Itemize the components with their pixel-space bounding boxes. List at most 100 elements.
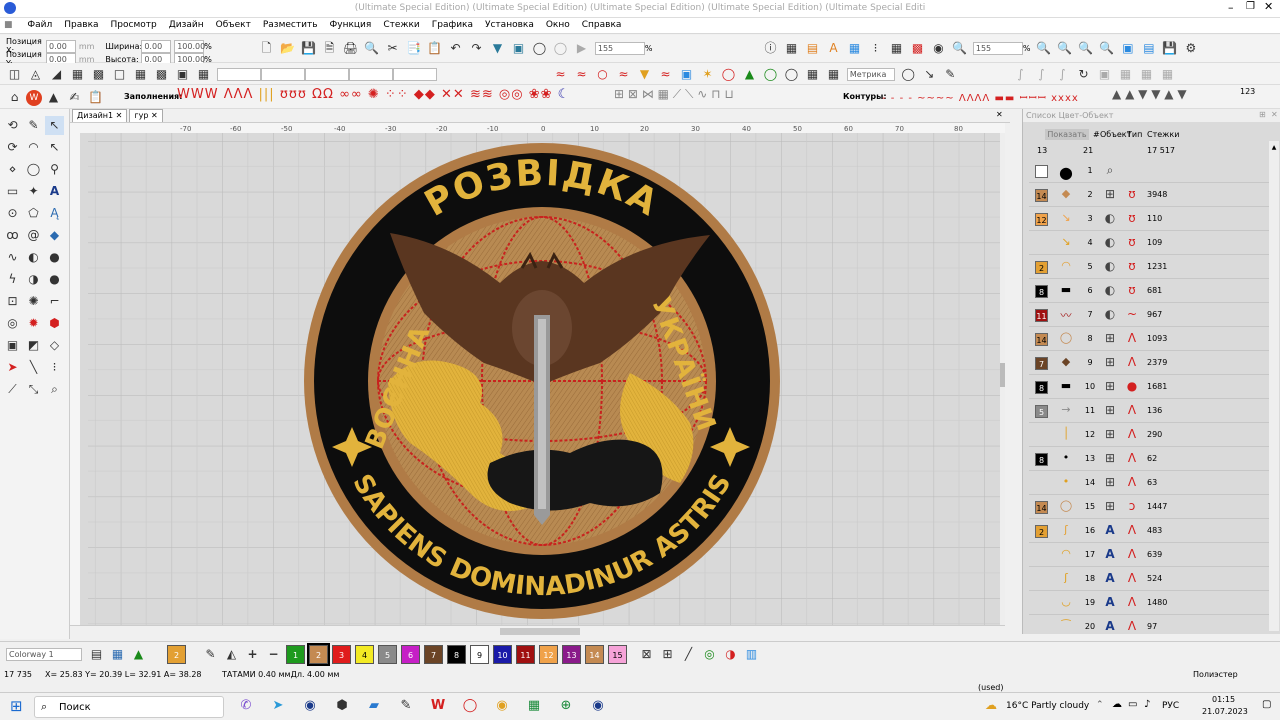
fill-cross-icon[interactable]: ✕✕ <box>441 87 465 102</box>
lock-colors-icon[interactable]: ⊞ <box>658 645 677 664</box>
palette-color-13[interactable]: 13 <box>562 645 581 664</box>
select-arrow-2-icon[interactable]: ↖ <box>45 138 64 157</box>
list-item[interactable]: ⁀ 20 A Λ 97 <box>1029 615 1269 633</box>
contour-8-icon[interactable]: ⊓ <box>711 87 720 101</box>
list-item[interactable]: 2 ʃ 16 A Λ 483 <box>1029 519 1269 543</box>
save-all-icon[interactable]: 💾 <box>1160 39 1179 58</box>
zoom-tool-icon[interactable]: ⌕ <box>45 380 64 399</box>
fill-pattern-3-icon[interactable]: ○ <box>593 65 612 84</box>
hoop-icon[interactable]: ◯ <box>530 39 549 58</box>
list-item[interactable]: • 14 ⊞ Λ 63 <box>1029 471 1269 495</box>
skew-input[interactable] <box>348 68 393 81</box>
list-item[interactable]: ◠ 17 A Λ 639 <box>1029 543 1269 567</box>
clipboard-icon[interactable]: 📋 <box>86 88 105 107</box>
embroidery-patch[interactable]: РОЗВІДКА ВОЄННА УКРАЇНИ SAPIENS DOMINADI… <box>304 143 780 619</box>
pencil-icon[interactable]: ✎ <box>24 116 43 135</box>
zoom-input-1[interactable]: 155 <box>594 42 645 55</box>
menu-edit[interactable]: Правка <box>58 18 104 30</box>
list-item[interactable]: ʃ 18 A Λ 524 <box>1029 567 1269 591</box>
rotate-cw-icon[interactable]: ⟳ <box>3 138 22 157</box>
fill-chain-icon[interactable]: ∞∞ <box>339 87 363 102</box>
diamond-icon[interactable]: ◇ <box>45 336 64 355</box>
spiral-icon[interactable]: @ <box>24 226 43 245</box>
fill-flower-icon[interactable]: ❀❀ <box>529 87 553 102</box>
menu-object[interactable]: Объект <box>210 18 257 30</box>
remove-color-icon[interactable]: − <box>264 645 283 664</box>
image-icon[interactable]: ▣ <box>677 65 696 84</box>
seq-down-icon[interactable]: ▼ <box>1138 87 1147 101</box>
save-icon[interactable]: 💾 <box>299 39 318 58</box>
tray-time[interactable]: 01:15 <box>1212 695 1235 704</box>
list-item[interactable]: 2 ◠ 5 ◐ ʊ 1231 <box>1029 255 1269 279</box>
app-cube-icon[interactable]: ⬢ <box>331 695 353 717</box>
tab-close-icon[interactable]: ✕ <box>151 111 158 120</box>
center-icon[interactable]: ▣ <box>173 65 192 84</box>
tab-design1[interactable]: Дизайн1 ✕ <box>72 109 128 122</box>
fill-pattern-icon[interactable]: ΩΩ <box>312 87 334 102</box>
list-item[interactable]: ↘ 4 ◐ ʊ 109 <box>1029 231 1269 255</box>
tshirt-green-icon[interactable]: ▲ <box>740 65 759 84</box>
hoop-icon-2[interactable]: ◯ <box>551 39 570 58</box>
tray-chevron-icon[interactable]: ⌃ <box>1096 700 1104 710</box>
tab-close-all-icon[interactable]: ✕ <box>996 110 1003 119</box>
node-edit-icon[interactable]: ⋄ <box>3 160 22 179</box>
fill-arrow-icon[interactable]: ➤ <box>3 358 22 377</box>
hoop-tool-icon[interactable]: ◎ <box>3 314 22 333</box>
spider-icon[interactable]: ✺ <box>24 292 43 311</box>
tie-icon[interactable]: ∫ <box>1053 65 1072 84</box>
palette-color-6[interactable]: 6 <box>401 645 420 664</box>
contour-2-icon[interactable]: ⊠ <box>628 87 638 101</box>
color-list-icon[interactable]: ▤ <box>87 645 106 664</box>
palette-color-2[interactable]: 2 <box>307 643 330 666</box>
palette-color-12[interactable]: 12 <box>539 645 558 664</box>
palette-color-10[interactable]: 10 <box>493 645 512 664</box>
tab-close-icon[interactable]: ✕ <box>116 111 123 120</box>
text-tool-icon[interactable]: A <box>824 39 843 58</box>
list-item[interactable]: 8 ▬ 10 ⊞ ● 1681 <box>1029 375 1269 399</box>
fill-circle-icon[interactable]: ✺ <box>368 87 380 102</box>
tray-cloud-icon[interactable]: ☁ <box>1112 699 1122 710</box>
menu-function[interactable]: Функция <box>324 18 378 30</box>
close-icon[interactable]: ✕ <box>1264 0 1273 13</box>
vertical-scroll-thumb[interactable] <box>1000 363 1005 387</box>
tray-network-icon[interactable]: ▭ <box>1128 699 1137 710</box>
contour-7-icon[interactable]: ∿ <box>697 87 707 101</box>
skew-icon[interactable]: ▩ <box>89 65 108 84</box>
list-item[interactable]: 8 • 13 ⊞ Λ 62 <box>1029 447 1269 471</box>
layers-tool-icon[interactable]: ▣ <box>3 336 22 355</box>
freehand-icon[interactable]: ϟ <box>3 270 22 289</box>
applique-icon[interactable]: ◐ <box>24 248 43 267</box>
color-blend-icon[interactable]: ◑ <box>721 645 740 664</box>
redo-icon[interactable]: ↷ <box>467 39 486 58</box>
color-swatch[interactable]: 2 <box>1035 261 1048 274</box>
stitch-list-icon[interactable]: ▦ <box>782 39 801 58</box>
reload-icon[interactable]: ↻ <box>1074 65 1093 84</box>
machine-tool-icon[interactable]: ⊡ <box>3 292 22 311</box>
layers-icon[interactable]: ▤ <box>803 39 822 58</box>
line-icon[interactable]: ╲ <box>24 358 43 377</box>
tile-icon[interactable]: ▤ <box>1139 39 1158 58</box>
cog-icon[interactable]: ✹ <box>24 314 43 333</box>
flip-v-icon[interactable]: ◬ <box>26 65 45 84</box>
curve-tool-icon[interactable]: ∿ <box>3 248 22 267</box>
list-item[interactable]: 5 → 11 ⊞ Λ 136 <box>1029 399 1269 423</box>
seq-prev-icon[interactable]: ▲ <box>1164 87 1173 101</box>
measure-icon[interactable]: ◯ <box>899 65 918 84</box>
tray-volume-icon[interactable]: ♪ <box>1144 699 1150 710</box>
files-icon[interactable]: ▰ <box>363 695 385 717</box>
contour-4-icon[interactable]: ▦ <box>658 87 669 101</box>
text-a-icon[interactable]: A <box>45 182 64 201</box>
window-icon[interactable]: ▣ <box>1118 39 1137 58</box>
zoom-in-icon[interactable]: 🔍 <box>1055 39 1074 58</box>
machine-icon[interactable]: ▣ <box>509 39 528 58</box>
minimize-icon[interactable]: – <box>1228 1 1234 14</box>
palette-color-1[interactable]: 1 <box>286 645 305 664</box>
contour-blanket-icon[interactable]: ꟷꟷꟷ <box>1020 93 1047 104</box>
fill-tool-icon[interactable]: ▲ <box>44 88 63 107</box>
zoom-input-2[interactable]: 155 <box>972 42 1023 55</box>
wilcom-task-icon[interactable]: ◉ <box>299 695 321 717</box>
color-swatch[interactable]: 12 <box>1035 213 1048 226</box>
gem-icon[interactable]: ◆ <box>45 226 64 245</box>
fill-loop-icon[interactable]: ʊʊʊ <box>280 87 307 102</box>
menu-design[interactable]: Дизайн <box>163 18 210 30</box>
